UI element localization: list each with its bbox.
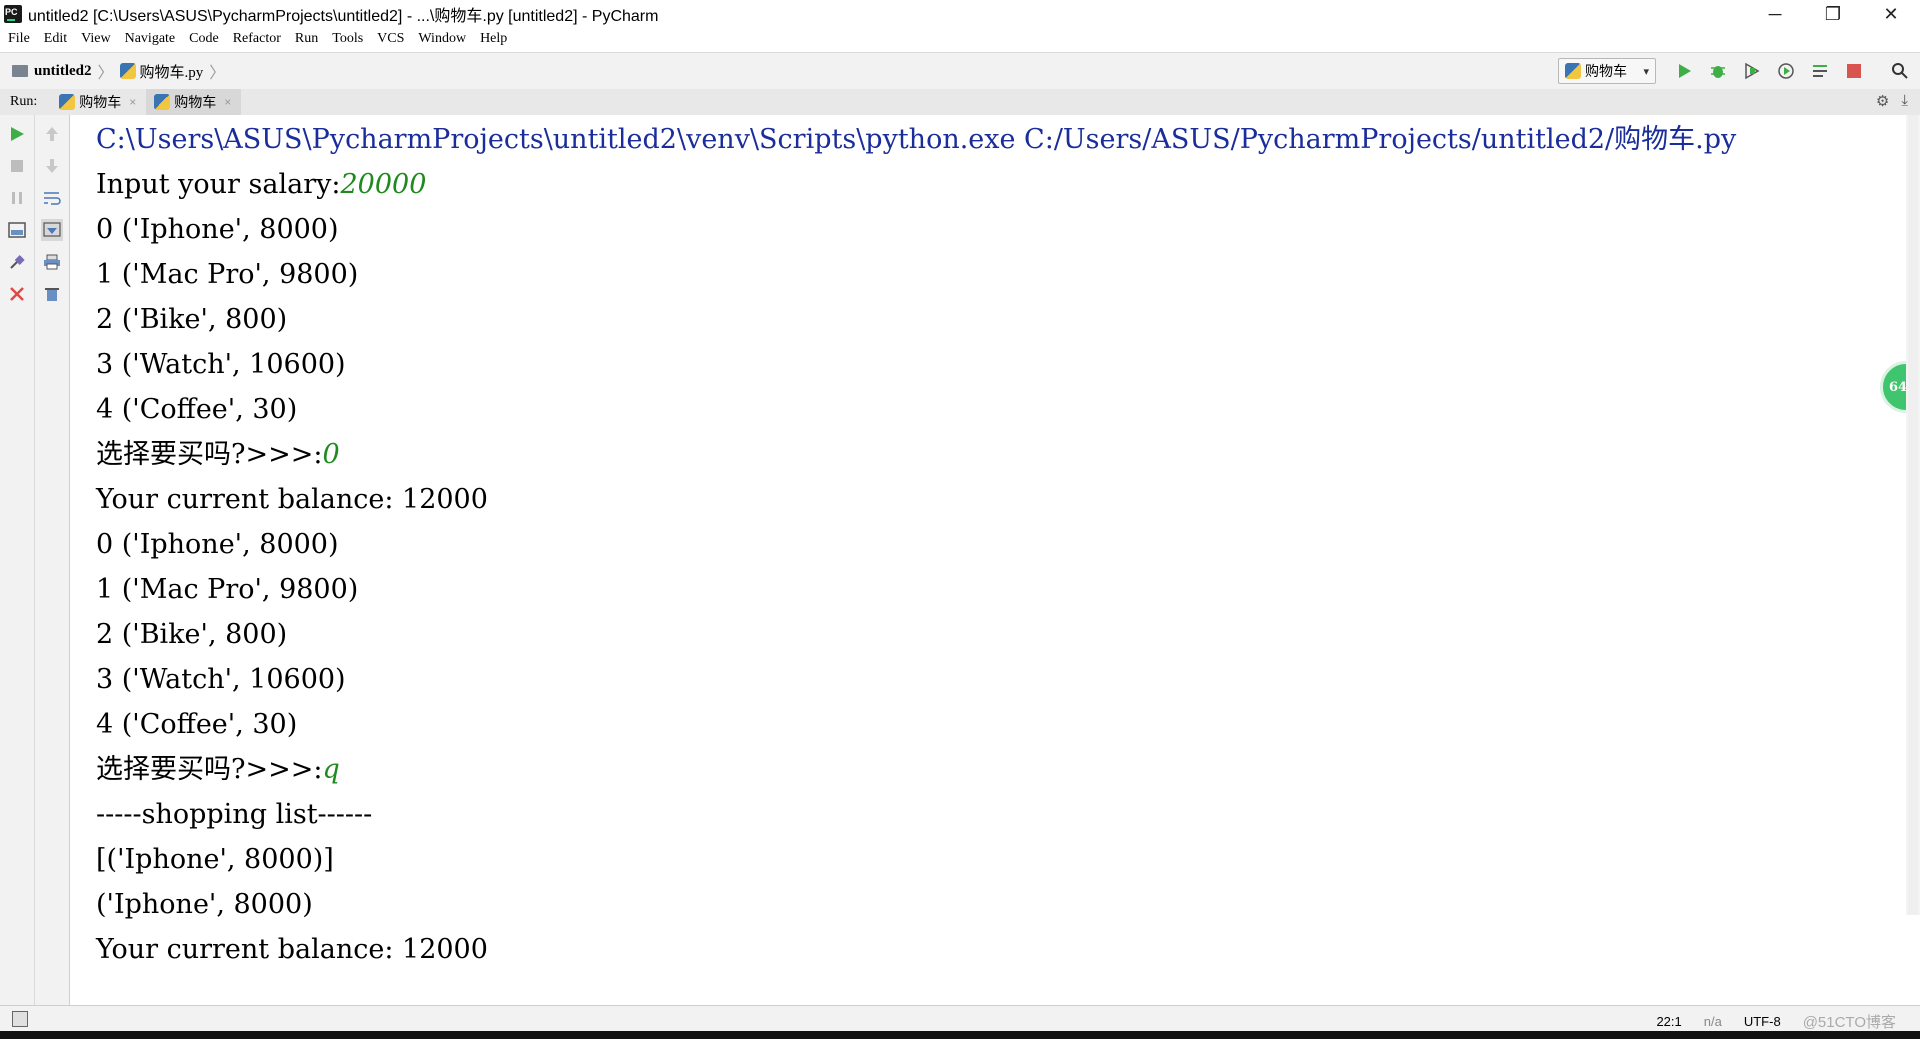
scroll-thumb[interactable] <box>1908 115 1918 915</box>
status-indicators: 22:1 n/a UTF-8 @51CTO博客 <box>1656 1011 1896 1032</box>
menu-bar: File Edit View Navigate Code Refactor Ru… <box>0 28 1920 50</box>
console-line: 3 ('Watch', 10600) <box>96 664 346 695</box>
console-line: 3 ('Watch', 10600) <box>96 349 346 380</box>
python-file-icon <box>119 63 136 79</box>
run-tab-label: 购物车 <box>79 94 122 110</box>
console-line: Your current balance: 12000 <box>96 934 488 965</box>
python-file-icon <box>59 94 76 110</box>
trash-icon[interactable] <box>41 283 63 305</box>
caret-position[interactable]: 22:1 <box>1656 1014 1681 1029</box>
navigation-bar: untitled2 〉 购物车.py 〉 购物车 ▾ <box>0 52 1920 90</box>
close-button[interactable]: ✕ <box>1862 0 1920 28</box>
status-bar: 22:1 n/a UTF-8 @51CTO博客 <box>0 1005 1920 1032</box>
console-line: 1 ('Mac Pro', 9800) <box>96 574 359 605</box>
watermark: @51CTO博客 <box>1802 1014 1896 1031</box>
print-icon[interactable] <box>41 251 63 273</box>
console-actions-strip <box>35 115 70 1005</box>
gear-icon[interactable]: ⚙ <box>1876 92 1889 110</box>
arrow-down-icon[interactable] <box>41 155 63 177</box>
user-input: q <box>322 754 340 785</box>
run-configuration-label: 购物车 <box>1585 63 1627 79</box>
breadcrumb: untitled2 〉 购物车.py 〉 <box>0 59 231 83</box>
console-line: 4 ('Coffee', 30) <box>96 394 298 425</box>
stop-icon[interactable] <box>6 155 28 177</box>
close-icon[interactable] <box>6 283 28 305</box>
chevron-right-icon: 〉 <box>97 65 114 82</box>
folder-icon <box>12 65 28 77</box>
console-command-line: C:\Users\ASUS\PycharmProjects\untitled2\… <box>96 124 1737 155</box>
minimize-button[interactable]: ─ <box>1746 0 1804 28</box>
menu-file[interactable]: File <box>0 31 37 47</box>
rerun-icon[interactable] <box>6 123 28 145</box>
line-separator[interactable]: n/a <box>1704 1014 1722 1029</box>
profile-icon[interactable] <box>1776 61 1796 81</box>
restore-button[interactable]: ❐ <box>1804 0 1862 28</box>
run-panel-label: Run: <box>10 94 38 109</box>
pycharm-logo-icon <box>4 5 22 23</box>
console-output[interactable]: C:\Users\ASUS\PycharmProjects\untitled2\… <box>70 115 1920 1005</box>
file-encoding[interactable]: UTF-8 <box>1744 1014 1781 1029</box>
menu-refactor[interactable]: Refactor <box>226 31 288 47</box>
menu-navigate[interactable]: Navigate <box>118 31 183 47</box>
build-icon[interactable] <box>1810 61 1830 81</box>
pin-icon[interactable] <box>6 251 28 273</box>
hide-panel-icon[interactable]: ⤓ <box>1901 92 1908 110</box>
layout-icon[interactable] <box>6 219 28 241</box>
console-line: 选择要买吗?>>>:0 <box>96 439 340 470</box>
taskbar <box>0 1031 1920 1039</box>
menu-view[interactable]: View <box>74 31 117 47</box>
menu-edit[interactable]: Edit <box>37 31 74 47</box>
scroll-to-end-icon[interactable] <box>41 219 63 241</box>
run-icon[interactable] <box>1674 61 1694 81</box>
console-line: Your current balance: 12000 <box>96 484 488 515</box>
window-controls: ─ ❐ ✕ <box>1746 0 1920 28</box>
console-line: Input your salary:20000 <box>96 169 427 200</box>
user-input: 20000 <box>340 169 427 200</box>
soft-wrap-icon[interactable] <box>41 187 63 209</box>
debug-icon[interactable] <box>1708 61 1728 81</box>
run-panel-header: Run: 购物车 × 购物车 × ⚙ ⤓ <box>0 89 1920 116</box>
pause-icon[interactable] <box>6 187 28 209</box>
breadcrumb-project[interactable]: untitled2 <box>34 63 92 80</box>
menu-tools[interactable]: Tools <box>325 31 370 47</box>
run-panel-actions: ⚙ ⤓ <box>1876 92 1908 110</box>
run-actions-strip <box>0 115 35 1005</box>
search-icon[interactable] <box>1890 61 1910 81</box>
tool-window-toggle-icon[interactable] <box>12 1011 28 1027</box>
python-file-icon <box>154 94 171 110</box>
chevron-right-icon: 〉 <box>209 65 226 82</box>
user-input: 0 <box>322 439 340 470</box>
close-tab-icon[interactable]: × <box>129 95 136 109</box>
menu-window[interactable]: Window <box>411 31 473 47</box>
console-line: [('Iphone', 8000)] <box>96 844 334 875</box>
window-title: untitled2 [C:\Users\ASUS\PycharmProjects… <box>28 8 659 25</box>
console-line: 0 ('Iphone', 8000) <box>96 529 339 560</box>
console-line: 选择要买吗?>>>:q <box>96 754 340 785</box>
console-line: 2 ('Bike', 800) <box>96 304 288 335</box>
menu-code[interactable]: Code <box>182 31 226 47</box>
run-tab-label: 购物车 <box>174 94 217 110</box>
arrow-up-icon[interactable] <box>41 123 63 145</box>
menu-vcs[interactable]: VCS <box>370 31 411 47</box>
close-tab-icon[interactable]: × <box>224 95 231 109</box>
run-configuration-select[interactable]: 购物车 ▾ <box>1558 58 1656 84</box>
coverage-icon[interactable] <box>1742 61 1762 81</box>
stop-icon[interactable] <box>1844 61 1864 81</box>
console-line: 1 ('Mac Pro', 9800) <box>96 259 359 290</box>
title-bar: untitled2 [C:\Users\ASUS\PycharmProjects… <box>0 0 1920 28</box>
console-line: -----shopping list------ <box>96 799 373 830</box>
console-line: 4 ('Coffee', 30) <box>96 709 298 740</box>
run-tab-2[interactable]: 购物车 × <box>146 89 242 115</box>
console-line: ('Iphone', 8000) <box>96 889 313 920</box>
chevron-down-icon: ▾ <box>1643 65 1649 78</box>
breadcrumb-file[interactable]: 购物车.py <box>140 61 204 82</box>
menu-run[interactable]: Run <box>288 31 325 47</box>
menu-help[interactable]: Help <box>473 31 514 47</box>
run-tab-1[interactable]: 购物车 × <box>51 89 146 115</box>
console-line: 0 ('Iphone', 8000) <box>96 214 339 245</box>
python-file-icon <box>1565 63 1581 79</box>
console-scrollbar[interactable] <box>1906 115 1920 915</box>
console-line: 2 ('Bike', 800) <box>96 619 288 650</box>
